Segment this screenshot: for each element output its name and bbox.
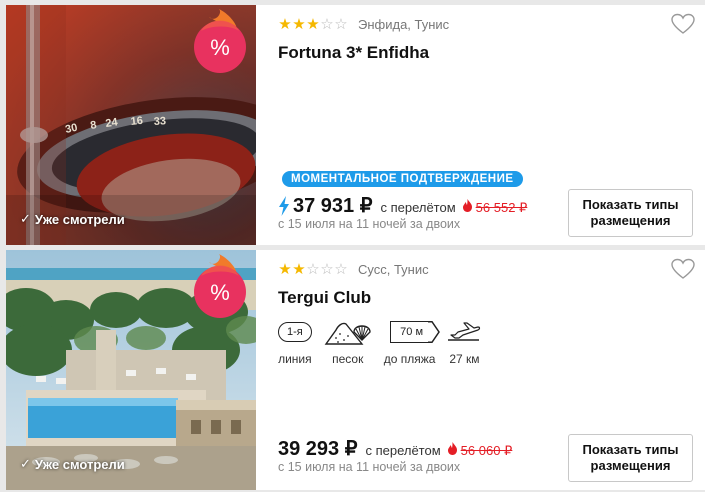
svg-text:33: 33 (153, 115, 166, 128)
seen-label: ✓ Уже смотрели (20, 456, 125, 472)
hotel-location: Энфида, Тунис (358, 17, 450, 32)
airport-distance-label: 27 км (449, 352, 480, 366)
old-price: 56 552 ₽ (475, 200, 528, 215)
show-room-types-button[interactable]: Показать типы размещения (568, 434, 693, 482)
star-empty-icon: ☆ (334, 16, 348, 33)
distance-value: 70 м (400, 326, 424, 338)
star-icon: ★ (306, 16, 320, 33)
hotel-location: Сусс, Тунис (358, 262, 429, 277)
airplane-icon (448, 322, 481, 341)
button-label-line2: размещения (590, 213, 671, 228)
svg-text:30: 30 (64, 122, 78, 136)
favorite-heart-icon[interactable] (671, 13, 695, 35)
star-empty-icon: ☆ (306, 261, 320, 278)
star-rating: ★ ★ ☆ ☆ ☆ Сусс, Тунис (278, 261, 429, 278)
badge-symbol: % (210, 280, 230, 305)
button-label-line1: Показать типы (582, 197, 679, 212)
hotel-card[interactable]: 30 8 24 16 33 % ✓ Уже смотрели ★ ★ ★ ☆ ☆… (6, 5, 705, 245)
beach-line-label: линия (278, 352, 312, 366)
star-icon: ★ (292, 16, 306, 33)
seen-label-text: Уже смотрели (34, 456, 125, 472)
arrow-tag-icon (428, 320, 440, 343)
price: 39 293 ₽ (278, 438, 358, 460)
feature-beach-type: песок (324, 318, 372, 366)
hotel-name[interactable]: Tergui Club (278, 288, 371, 308)
seen-label: ✓ Уже смотрели (20, 211, 125, 227)
star-empty-icon: ☆ (320, 16, 334, 33)
hotel-info: ★ ★ ☆ ☆ ☆ Сусс, Тунис Tergui Club 1-я ли… (278, 250, 705, 490)
star-icon: ★ (278, 261, 292, 278)
feature-beach-distance: 70 м до пляжа (383, 318, 440, 366)
show-room-types-button[interactable]: Показать типы размещения (568, 189, 693, 237)
button-label-line1: Показать типы (582, 442, 679, 457)
with-flight-label: с перелётом (365, 443, 441, 458)
discount-badge-icon: % (191, 254, 249, 320)
price: 37 931 ₽ (293, 195, 373, 217)
svg-text:16: 16 (130, 115, 143, 128)
fire-icon (462, 199, 472, 212)
beach-type-label: песок (332, 352, 364, 366)
trip-dates: с 15 июля на 11 ночей за двоих (278, 460, 461, 474)
star-rating: ★ ★ ★ ☆ ☆ Энфида, Тунис (278, 17, 449, 32)
discount-badge-icon: % (191, 9, 249, 75)
button-label-line2: размещения (590, 458, 671, 473)
hotel-name[interactable]: Fortuna 3* Enfidha (278, 43, 429, 63)
lightning-icon (279, 195, 289, 216)
beach-line-value: 1-я (278, 322, 312, 342)
favorite-heart-icon[interactable] (671, 258, 695, 280)
star-empty-icon: ☆ (334, 261, 348, 278)
distance-label: до пляжа (383, 352, 436, 366)
star-empty-icon: ☆ (320, 261, 334, 278)
badge-symbol: % (210, 35, 230, 60)
trip-dates: с 15 июля на 11 ночей за двоих (278, 217, 461, 231)
distance-tag: 70 м (390, 320, 440, 343)
star-icon: ★ (278, 16, 292, 33)
star-icon: ★ (292, 261, 306, 278)
instant-confirmation-badge: МОМЕНТАЛЬНОЕ ПОДТВЕРЖДЕНИЕ (282, 171, 523, 187)
feature-beach-line: 1-я линия (278, 318, 312, 366)
price-row: 39 293 ₽ с перелётом 56 060 ₽ (278, 436, 512, 461)
hotel-features: 1-я линия песок 70 м до пляжа 27 км (278, 318, 481, 366)
sand-shell-icon (324, 322, 371, 345)
hotel-card[interactable]: % ✓ Уже смотрели ★ ★ ☆ ☆ ☆ Сусс, Тунис T… (6, 250, 705, 490)
old-price: 56 060 ₽ (460, 443, 513, 458)
check-icon: ✓ (20, 456, 31, 471)
seen-label-text: Уже смотрели (34, 211, 125, 227)
feature-airport: 27 км (447, 318, 481, 366)
with-flight-label: с перелётом (380, 200, 456, 215)
price-row: 37 931 ₽ с перелётом 56 552 ₽ (278, 193, 527, 218)
hotel-info: ★ ★ ★ ☆ ☆ Энфида, Тунис Fortuna 3* Enfid… (278, 5, 705, 245)
check-icon: ✓ (20, 211, 31, 226)
fire-icon (447, 442, 457, 455)
